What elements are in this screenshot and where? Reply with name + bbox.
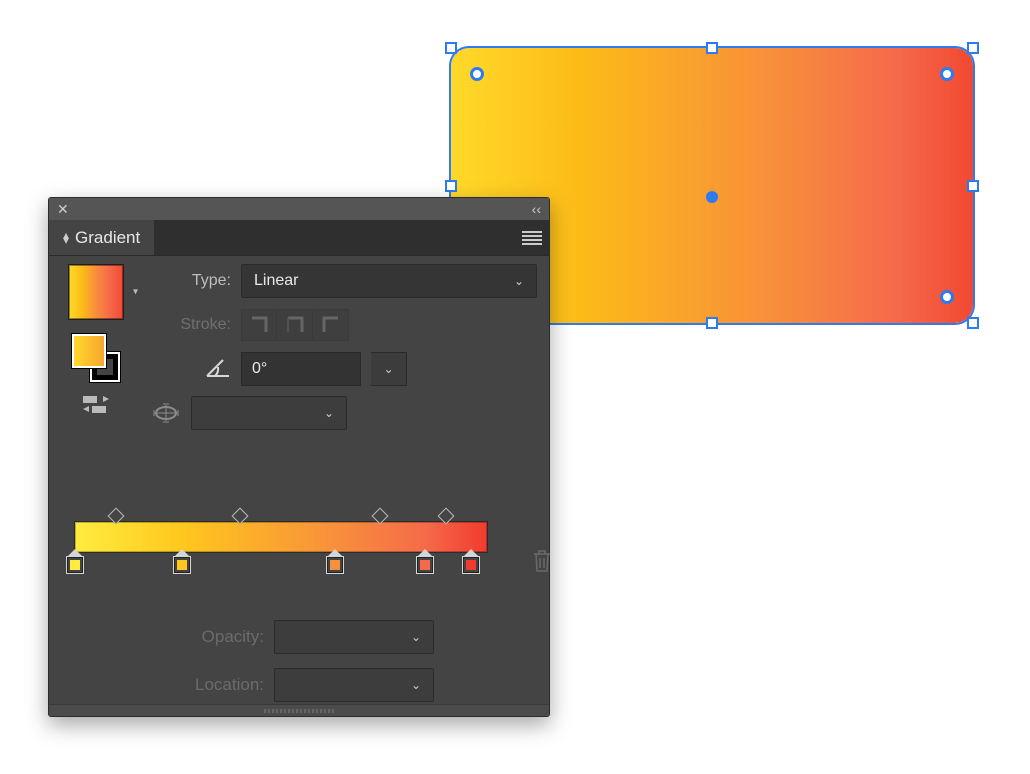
panel-titlebar[interactable]: ✕ ‹‹: [49, 198, 549, 220]
stroke-inside-button[interactable]: [241, 309, 277, 341]
angle-value: 0°: [252, 360, 267, 378]
fill-stroke-toggle[interactable]: [72, 334, 120, 382]
chevron-updown-icon: ▴▾: [63, 233, 69, 243]
type-value: Linear: [254, 272, 298, 290]
angle-input[interactable]: 0°: [241, 352, 361, 386]
gradient-preview-bar[interactable]: [75, 522, 487, 552]
gradient-midpoint[interactable]: [108, 508, 125, 525]
panel-resize-grip[interactable]: [49, 704, 549, 716]
aspect-ratio-select: ⌄: [191, 396, 347, 430]
angle-icon: [151, 356, 231, 383]
selection-handle-n[interactable]: [706, 42, 718, 54]
selection-handle-ne[interactable]: [967, 42, 979, 54]
location-select: ⌄: [274, 668, 434, 702]
corner-radius-handle-nw[interactable]: [470, 67, 484, 81]
aspect-ratio-icon: [151, 402, 181, 424]
type-select[interactable]: Linear ⌄: [241, 264, 537, 298]
gradient-stop[interactable]: [66, 556, 84, 574]
gradient-stop[interactable]: [326, 556, 344, 574]
chevron-down-icon[interactable]: ▾: [133, 287, 138, 298]
panel-tabs: ▴▾ Gradient: [49, 220, 549, 256]
gradient-slider[interactable]: [65, 522, 533, 552]
gradient-stop[interactable]: [416, 556, 434, 574]
panel-menu-icon[interactable]: [515, 220, 549, 255]
close-icon[interactable]: ✕: [57, 202, 69, 216]
corner-radius-handle-se[interactable]: [940, 290, 954, 304]
corner-radius-handle-ne[interactable]: [940, 67, 954, 81]
center-point-handle[interactable]: [706, 191, 718, 203]
fill-swatch[interactable]: [72, 334, 106, 368]
selection-handle-e[interactable]: [967, 180, 979, 192]
gradient-stop[interactable]: [173, 556, 191, 574]
gradient-panel: ✕ ‹‹ ▴▾ Gradient ▾: [48, 197, 550, 717]
selection-handle-nw[interactable]: [445, 42, 457, 54]
selection-handle-s[interactable]: [706, 317, 718, 329]
location-label: Location:: [164, 675, 264, 695]
gradient-midpoint[interactable]: [371, 508, 388, 525]
chevron-down-icon: ⌄: [514, 274, 524, 288]
stroke-outside-button[interactable]: [313, 309, 349, 341]
delete-stop-icon: [531, 548, 553, 577]
opacity-label: Opacity:: [164, 627, 264, 647]
tab-gradient[interactable]: ▴▾ Gradient: [49, 220, 155, 255]
gradient-swatch[interactable]: ▾: [68, 264, 124, 320]
gradient-midpoint[interactable]: [437, 508, 454, 525]
gradient-midpoint[interactable]: [231, 508, 248, 525]
selection-handle-se[interactable]: [967, 317, 979, 329]
stroke-center-button[interactable]: [277, 309, 313, 341]
stroke-alignment-group: [241, 309, 349, 341]
panel-body: ▾ Type: Linear ⌄: [49, 256, 549, 704]
gradient-stop[interactable]: [462, 556, 480, 574]
reverse-gradient-icon[interactable]: [83, 396, 109, 414]
selection-handle-w[interactable]: [445, 180, 457, 192]
stroke-label: Stroke:: [151, 316, 231, 334]
collapse-icon[interactable]: ‹‹: [532, 202, 541, 216]
type-label: Type:: [151, 272, 231, 290]
angle-dropdown-button[interactable]: ⌄: [371, 352, 407, 386]
opacity-select: ⌄: [274, 620, 434, 654]
tab-label: Gradient: [75, 228, 140, 248]
